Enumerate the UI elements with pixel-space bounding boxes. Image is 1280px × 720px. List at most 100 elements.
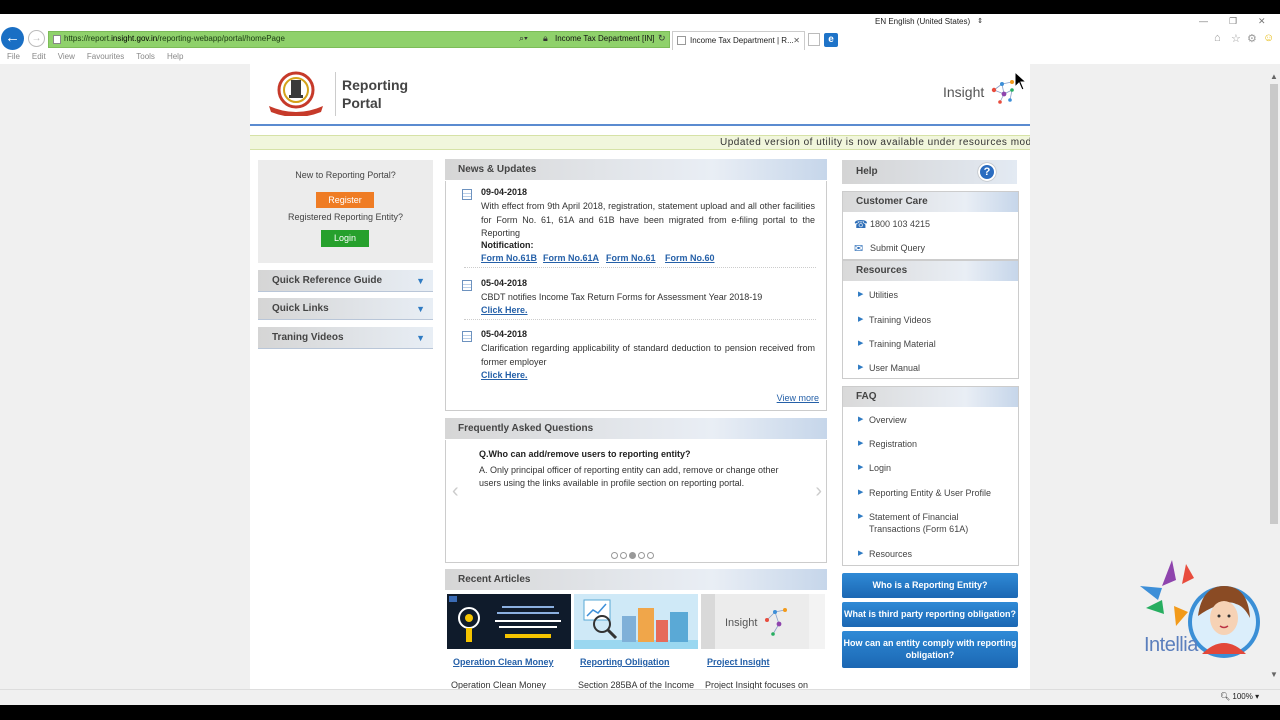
notification-label: Notification:: [481, 240, 534, 250]
faq-answer: A. Only principal officer of reporting e…: [479, 465, 779, 488]
menu-edit[interactable]: Edit: [32, 52, 46, 61]
article-card[interactable]: Reporting Obligation Section 285BA of th…: [574, 594, 698, 689]
bullet-icon: ▶: [858, 416, 864, 423]
restore-icon[interactable]: ❐: [1229, 16, 1237, 27]
click-here-link[interactable]: Click Here.: [481, 370, 528, 380]
carousel-dot-active[interactable]: [629, 552, 636, 559]
forward-button[interactable]: →: [28, 30, 45, 47]
resource-training-videos[interactable]: ▶ Training Videos: [858, 314, 931, 326]
news-text: CBDT notifies Income Tax Return Forms fo…: [481, 292, 763, 302]
language-label: EN English (United States): [875, 17, 971, 26]
new-tab-button[interactable]: [808, 33, 820, 46]
vertical-scrollbar[interactable]: ▲ ▼: [1268, 70, 1280, 689]
quick-reference-guide-accordion[interactable]: Quick Reference Guide ▼: [258, 270, 433, 292]
carousel-dot[interactable]: [647, 552, 654, 559]
scroll-down-icon[interactable]: ▼: [1270, 670, 1278, 679]
scrollbar-thumb[interactable]: [1270, 84, 1278, 524]
ticker-text: Updated version of utility is now availa…: [720, 137, 1030, 148]
ie-icon[interactable]: e: [824, 33, 838, 47]
header-divider: [335, 72, 336, 116]
faq-registration-link[interactable]: ▶ Registration: [858, 438, 917, 450]
search-icon[interactable]: ⌕▾: [519, 33, 528, 44]
news-date: 05-04-2018: [481, 329, 528, 339]
tab-title: Income Tax Department | R...: [690, 36, 794, 45]
resource-training-material[interactable]: ▶ Training Material: [858, 338, 936, 350]
certificate-label[interactable]: Income Tax Department [IN]: [555, 34, 654, 43]
comply-obligation-button[interactable]: How can an entity comply with reporting …: [842, 631, 1018, 668]
divider: [464, 267, 816, 268]
minimize-icon[interactable]: —: [1199, 16, 1208, 26]
article-card[interactable]: Insight Project Insight Project Insight …: [701, 594, 825, 689]
close-icon[interactable]: ✕: [1258, 16, 1266, 27]
article-title[interactable]: Reporting Obligation: [580, 657, 670, 667]
click-here-link[interactable]: Click Here.: [481, 305, 528, 315]
form-61b-link[interactable]: Form No.61B: [481, 253, 537, 263]
home-icon[interactable]: ⌂: [1214, 32, 1221, 44]
resource-utilities[interactable]: ▶ Utilities: [858, 289, 898, 301]
lock-icon[interactable]: 🔒︎: [543, 33, 548, 44]
tab-page-icon: [677, 36, 686, 45]
resources-header: Resources: [843, 261, 1018, 281]
income-tax-emblem-logo: [269, 71, 323, 116]
favorites-star-icon[interactable]: ☆: [1231, 32, 1241, 45]
faq-sft-link[interactable]: ▶ Statement of Financial Transactions (Fo…: [858, 511, 984, 535]
training-videos-accordion[interactable]: Traning Videos ▼: [258, 327, 433, 349]
smiley-icon[interactable]: ☺: [1263, 32, 1274, 44]
news-ticker[interactable]: Updated version of utility is now availa…: [250, 135, 1030, 150]
form-61a-link[interactable]: Form No.61A: [543, 253, 599, 263]
chevron-right-icon[interactable]: ›: [815, 480, 822, 503]
refresh-icon[interactable]: ↻: [658, 33, 666, 44]
resource-user-manual[interactable]: ▶ User Manual: [858, 362, 920, 374]
article-title[interactable]: Project Insight: [707, 657, 770, 667]
carousel-dot[interactable]: [638, 552, 645, 559]
chevron-left-icon[interactable]: ‹: [452, 480, 459, 503]
question-icon[interactable]: ?: [978, 163, 996, 181]
faq-overview-link[interactable]: ▶ Overview: [858, 414, 907, 426]
news-header: News & Updates: [445, 159, 827, 180]
faq-login-link[interactable]: ▶ Login: [858, 462, 891, 474]
login-button[interactable]: Login: [321, 230, 369, 247]
menu-view[interactable]: View: [58, 52, 75, 61]
scroll-up-icon[interactable]: ▲: [1270, 72, 1278, 81]
divider: [464, 319, 816, 320]
news-text: Clarification regarding applicability of…: [481, 343, 815, 367]
language-select[interactable]: EN English (United States) ⇕: [854, 15, 988, 28]
status-bar: 🔍︎ 100% ▾: [0, 689, 1280, 705]
bullet-icon: ▶: [858, 550, 864, 557]
calendar-icon: [462, 189, 472, 200]
help-header[interactable]: Help?: [842, 160, 1017, 184]
faq-entity-profile-link[interactable]: ▶ Reporting Entity & User Profile: [858, 487, 991, 499]
article-title[interactable]: Operation Clean Money: [453, 657, 554, 667]
operation-clean-money-image: [447, 594, 571, 649]
registered-prompt: Registered Reporting Entity?: [287, 212, 404, 222]
news-panel: 09-04-2018 With effect from 9th April 20…: [445, 181, 827, 411]
news-date: 05-04-2018: [481, 278, 528, 288]
register-button[interactable]: Register: [316, 192, 374, 208]
quick-links-accordion[interactable]: Quick Links ▼: [258, 298, 433, 320]
form-60-link[interactable]: Form No.60: [665, 253, 715, 263]
menu-favourites[interactable]: Favourites: [87, 52, 124, 61]
submit-query-link[interactable]: ✉ Submit Query: [854, 243, 925, 255]
tab-close-icon[interactable]: ✕: [793, 32, 800, 49]
third-party-obligation-button[interactable]: What is third party reporting obligation…: [842, 602, 1018, 627]
view-more-link[interactable]: View more: [777, 393, 819, 403]
chevron-down-icon: ▼: [416, 333, 425, 343]
zoom-level[interactable]: 🔍︎ 100% ▾: [1220, 692, 1259, 701]
carousel-dot[interactable]: [620, 552, 627, 559]
faq-resources-link[interactable]: ▶ Resources: [858, 548, 912, 560]
article-card[interactable]: Operation Clean Money Operation Clean Mo…: [447, 594, 571, 689]
carousel-dot[interactable]: [611, 552, 618, 559]
reporting-entity-button[interactable]: Who is a Reporting Entity?: [842, 573, 1018, 598]
back-button[interactable]: ←: [1, 27, 24, 50]
settings-gear-icon[interactable]: ⚙: [1247, 32, 1257, 45]
menu-help[interactable]: Help: [167, 52, 183, 61]
browser-tab[interactable]: Income Tax Department | R... ✕: [672, 31, 805, 50]
login-box: New to Reporting Portal? Register Regist…: [258, 160, 433, 263]
menu-file[interactable]: File: [7, 52, 20, 61]
menu-tools[interactable]: Tools: [136, 52, 155, 61]
svg-text:Insight: Insight: [725, 617, 757, 629]
accordion-label: Traning Videos: [272, 332, 344, 343]
form-61-link[interactable]: Form No.61: [606, 253, 656, 263]
address-bar[interactable]: https://report.insight.gov.in/reporting-…: [48, 31, 670, 48]
phone-icon: ☎: [854, 219, 868, 231]
